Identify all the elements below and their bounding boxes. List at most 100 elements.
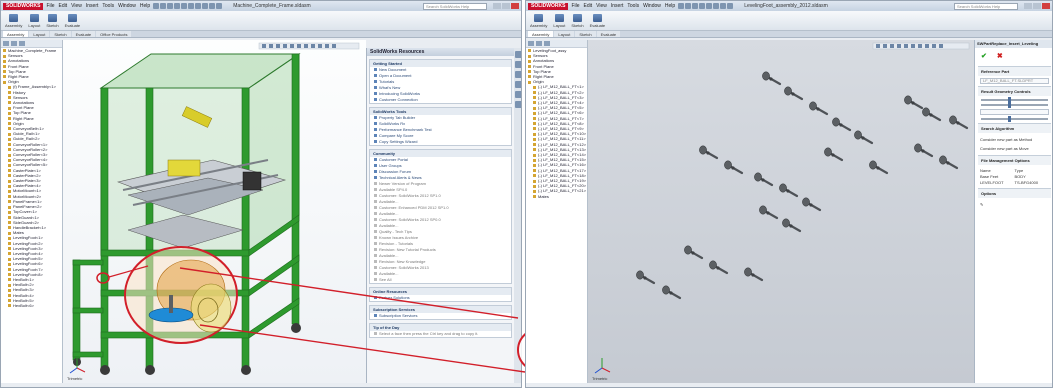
leveling-foot[interactable] — [662, 285, 682, 300]
pencil-icon[interactable]: ✎ — [980, 202, 983, 207]
leveling-foot[interactable] — [724, 160, 744, 175]
section-title[interactable]: Online Resources — [370, 288, 511, 295]
property-manager-icon[interactable] — [536, 41, 542, 46]
maximize-button[interactable] — [502, 3, 510, 9]
ribbon-button-2[interactable]: Layout — [28, 14, 40, 28]
ribbon-button-2[interactable]: Layout — [553, 14, 565, 28]
appearances-icon[interactable] — [515, 91, 521, 98]
leveling-foot[interactable] — [784, 86, 804, 101]
leveling-foot[interactable] — [939, 155, 959, 170]
section-title[interactable]: Subscription Services — [370, 306, 511, 313]
leveling-foot[interactable] — [809, 101, 829, 116]
feature-tree-item[interactable]: (-) LF_M12_BALL_FT<11> — [526, 136, 587, 141]
leveling-foot[interactable] — [802, 197, 822, 212]
feature-tree-item[interactable]: (-) LF_M12_BALL_FT<21> — [526, 188, 587, 193]
leveling-foot[interactable] — [759, 205, 779, 220]
tab-office-products[interactable]: Office Products — [96, 31, 132, 37]
undo-icon[interactable] — [181, 3, 188, 9]
tab-assembly[interactable]: Assembly — [528, 31, 554, 37]
feature-tree-item[interactable]: (-) LF_M12_BALL_FT<1> — [526, 84, 587, 89]
feature-tree-item[interactable]: HexBolt<6> — [1, 303, 62, 308]
feature-tree-item[interactable]: (-) LF_M12_BALL_FT<6> — [526, 110, 587, 115]
tab-evaluate[interactable]: Evaluate — [71, 31, 96, 37]
pm-section-geometry[interactable]: Result Geometry Controls — [978, 86, 1051, 96]
geometry-value-field[interactable] — [980, 109, 1049, 115]
leveling-foot[interactable] — [744, 267, 764, 282]
leveling-foot[interactable] — [754, 172, 774, 187]
option-radio-1[interactable]: Consider new part as Method — [975, 135, 1052, 144]
ribbon-button-3[interactable]: Sketch — [571, 14, 584, 28]
resource-link[interactable]: Partner Solutions — [370, 295, 511, 301]
heads-up-view-toolbar[interactable] — [872, 42, 970, 50]
reference-part-field[interactable]: LF_M12_BALL_FT.SLDPRT — [980, 78, 1049, 84]
ribbon-button-1[interactable]: Assembly — [5, 14, 22, 28]
leveling-foot[interactable] — [914, 143, 934, 158]
resource-link[interactable]: Copy Settings Wizard — [370, 139, 511, 145]
right-graphics-area[interactable]: Trimetric — [588, 40, 974, 383]
tab-sketch[interactable]: Sketch — [50, 31, 71, 37]
pm-section-options[interactable]: Options — [978, 188, 1051, 198]
ribbon-button-1[interactable]: Assembly — [530, 14, 547, 28]
see-all-link[interactable]: See All — [370, 277, 511, 283]
custom-properties-icon[interactable] — [515, 101, 521, 108]
option-radio-2[interactable]: Consider new part as Move — [975, 144, 1052, 153]
file-explorer-icon[interactable] — [515, 71, 521, 78]
save-icon[interactable] — [167, 3, 174, 9]
feature-manager-icon[interactable] — [528, 41, 534, 46]
menu-tools[interactable]: Tools — [627, 3, 639, 9]
property-manager-icon[interactable] — [11, 41, 17, 46]
heads-up-view-toolbar[interactable] — [258, 42, 360, 50]
select-icon[interactable] — [202, 3, 209, 9]
menu-view[interactable]: View — [71, 3, 82, 9]
geometry-slider-2[interactable] — [981, 102, 1048, 108]
leveling-foot[interactable] — [779, 183, 799, 198]
close-button[interactable] — [1042, 3, 1050, 9]
left-graphics-area[interactable]: Trimetric — [63, 40, 366, 383]
print-icon[interactable] — [174, 3, 181, 9]
save-icon[interactable] — [692, 3, 699, 9]
leveling-foot[interactable] — [869, 160, 889, 175]
open-icon[interactable] — [160, 3, 167, 9]
leveling-foot[interactable] — [699, 145, 719, 160]
menu-file[interactable]: File — [46, 3, 54, 9]
rebuild-icon[interactable] — [188, 3, 195, 9]
menu-file[interactable]: File — [571, 3, 579, 9]
leveling-foot[interactable] — [782, 218, 802, 233]
pm-section-file-management[interactable]: File Management Options — [978, 155, 1051, 165]
pm-section-reference[interactable]: Reference Part — [978, 66, 1051, 76]
menu-insert[interactable]: Insert — [86, 3, 99, 9]
ribbon-button-4[interactable]: Evaluate — [590, 14, 605, 28]
new-icon[interactable] — [678, 3, 685, 9]
menu-window[interactable]: Window — [643, 3, 661, 9]
ok-check-icon[interactable]: ✔ — [981, 52, 987, 60]
geometry-slider-3[interactable] — [981, 116, 1048, 122]
feature-tree-item[interactable]: Mates — [526, 194, 587, 199]
menu-tools[interactable]: Tools — [102, 3, 114, 9]
menu-edit[interactable]: Edit — [584, 3, 593, 9]
select-icon[interactable] — [727, 3, 734, 9]
minimize-button[interactable] — [493, 3, 501, 9]
right-help-search-input[interactable]: Search SolidWorks Help — [954, 2, 1018, 10]
leveling-foot[interactable] — [709, 260, 729, 275]
leveling-foot[interactable] — [636, 270, 656, 285]
tab-sketch[interactable]: Sketch — [575, 31, 596, 37]
tab-layout[interactable]: Layout — [29, 31, 50, 37]
menu-edit[interactable]: Edit — [59, 3, 68, 9]
print-icon[interactable] — [699, 3, 706, 9]
options-icon[interactable] — [720, 3, 727, 9]
cancel-x-icon[interactable]: ✖ — [997, 52, 1003, 60]
zoom-icon[interactable] — [216, 3, 223, 9]
close-button[interactable] — [511, 3, 519, 9]
feature-manager-icon[interactable] — [3, 41, 9, 46]
leveling-foot[interactable] — [762, 71, 782, 86]
ribbon-button-3[interactable]: Sketch — [46, 14, 59, 28]
feature-tree-item[interactable]: (f) Frame_Assembly<1> — [1, 84, 62, 89]
design-library-icon[interactable] — [515, 61, 521, 68]
options-icon[interactable] — [195, 3, 202, 9]
config-manager-icon[interactable] — [544, 41, 550, 46]
minimize-button[interactable] — [1024, 3, 1032, 9]
ribbon-button-4[interactable]: Evaluate — [65, 14, 80, 28]
resource-link[interactable]: Subscription Services — [370, 313, 511, 319]
undo-icon[interactable] — [706, 3, 713, 9]
tab-layout[interactable]: Layout — [554, 31, 575, 37]
